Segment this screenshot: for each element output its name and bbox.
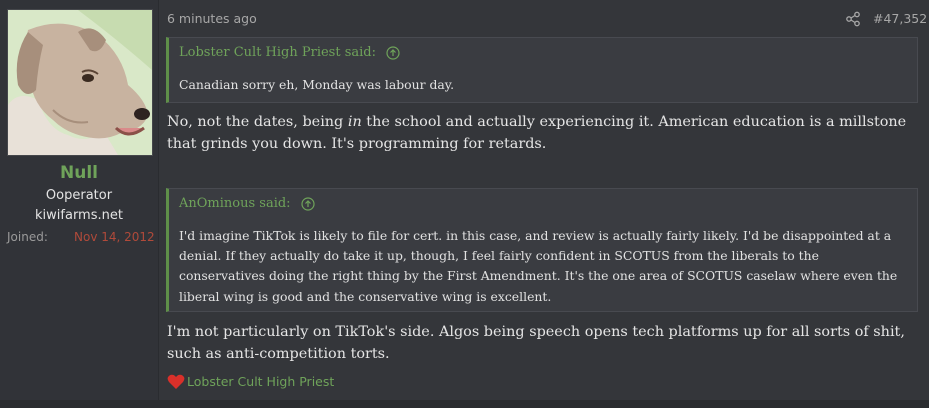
user-avatar[interactable] [7,9,153,156]
joined-label: Joined: [7,230,48,244]
quote-author[interactable]: Lobster Cult High Priest said: [179,45,376,60]
user-banner: kiwifarms.net [35,208,123,223]
post-text: No, not the dates, being in the school a… [167,111,922,155]
quote-block: AnOminous said: I'd imagine TikTok is li… [166,188,918,312]
reaction-user-link[interactable]: Lobster Cult High Priest [187,374,334,389]
arrow-up-circle-icon[interactable] [386,45,400,60]
post-text: I'm not particularly on TikTok's side. A… [167,324,905,362]
quote-header[interactable]: AnOminous said: [179,196,315,211]
arrow-up-circle-icon[interactable] [301,196,315,211]
quote-text: I'd imagine TikTok is likely to file for… [179,228,898,304]
post-main: 6 minutes ago #47,352 Lobster Cult High … [159,0,929,400]
page-bottom-strip [0,400,929,408]
quote-text: Canadian sorry eh, Monday was labour day… [179,77,455,92]
post-text-emphasis: in [347,114,362,130]
post-timestamp[interactable]: 6 minutes ago [167,11,257,26]
quote-block: Lobster Cult High Priest said: Canadian … [166,37,918,103]
post-number-link[interactable]: #47,352 [873,11,927,26]
user-pane: Null Ooperator kiwifarms.net Joined: Nov… [0,0,159,400]
quote-author[interactable]: AnOminous said: [179,196,291,211]
joined-date: Nov 14, 2012 [74,230,155,244]
quote-header[interactable]: Lobster Cult High Priest said: [179,45,400,60]
share-icon[interactable] [845,11,861,27]
post-text-part: No, not the dates, being [167,114,348,130]
forum-post: Null Ooperator kiwifarms.net Joined: Nov… [0,0,929,400]
username[interactable]: Null [0,163,158,183]
heart-icon[interactable] [167,374,185,390]
user-title: Ooperator [45,188,113,203]
